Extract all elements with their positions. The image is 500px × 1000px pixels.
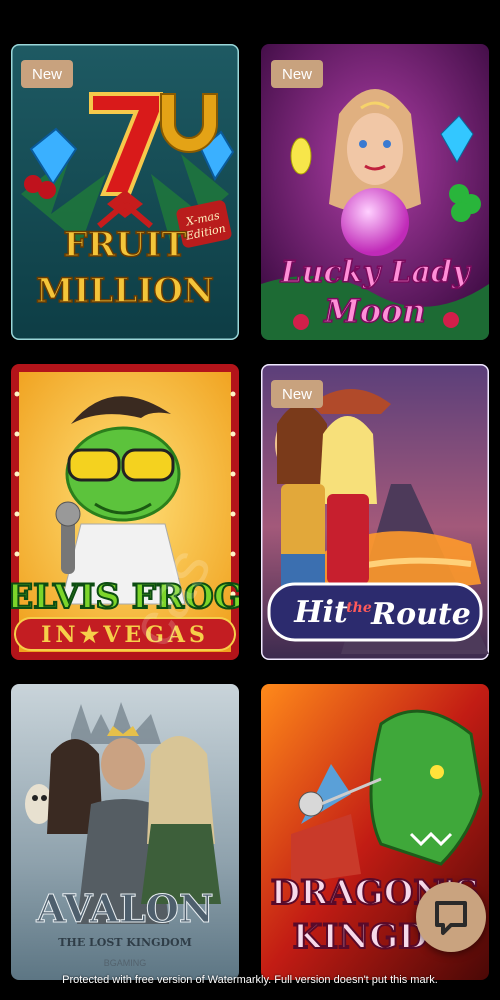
game-tile-elvis-frog[interactable]: ELVIS FROG IN★VEGAS [11, 364, 239, 660]
game-title-line2: Route [370, 597, 471, 632]
game-title-line1: ELVIS FROG [11, 577, 239, 617]
game-tile-fruit-million[interactable]: X-mas Edition FRUIT MILLION New [11, 44, 239, 340]
lucky-lady-moon-artwork: Lucky Lady Moon [261, 44, 489, 340]
watermark-footer: Protected with free version of Watermark… [62, 974, 438, 986]
studio-label: BGAMING [104, 958, 147, 968]
new-badge: New [21, 60, 73, 88]
avalon-artwork: AVALON THE LOST KINGDOM BGAMING [11, 684, 239, 980]
fruit-million-artwork: X-mas Edition FRUIT MILLION [11, 44, 239, 340]
game-title-line1: AVALON [35, 886, 213, 931]
game-tile-hit-the-route[interactable]: Hit the Route New [261, 364, 489, 660]
game-title-line1: FRUIT [63, 225, 186, 265]
game-title-line1: Lucky Lady [280, 255, 472, 290]
game-title-line2: MILLION [36, 271, 214, 311]
chat-button[interactable] [416, 882, 486, 952]
chat-bubble-icon [435, 901, 467, 935]
game-title-line2: IN★VEGAS [41, 622, 209, 648]
game-tile-avalon[interactable]: AVALON THE LOST KINGDOM BGAMING [11, 684, 239, 980]
game-grid: X-mas Edition FRUIT MILLION New Lucky La… [0, 0, 500, 1000]
game-title-line1: Hit [293, 595, 348, 630]
game-title-small: the [346, 600, 372, 616]
new-badge: New [271, 380, 323, 408]
elvis-frog-artwork: ELVIS FROG IN★VEGAS [11, 364, 239, 660]
new-badge: New [271, 60, 323, 88]
game-tile-lucky-lady-moon[interactable]: Lucky Lady Moon New [261, 44, 489, 340]
hit-the-route-artwork: Hit the Route [261, 364, 489, 660]
game-title-line2: THE LOST KINGDOM [58, 936, 192, 949]
game-title-line2: Moon [323, 292, 425, 330]
